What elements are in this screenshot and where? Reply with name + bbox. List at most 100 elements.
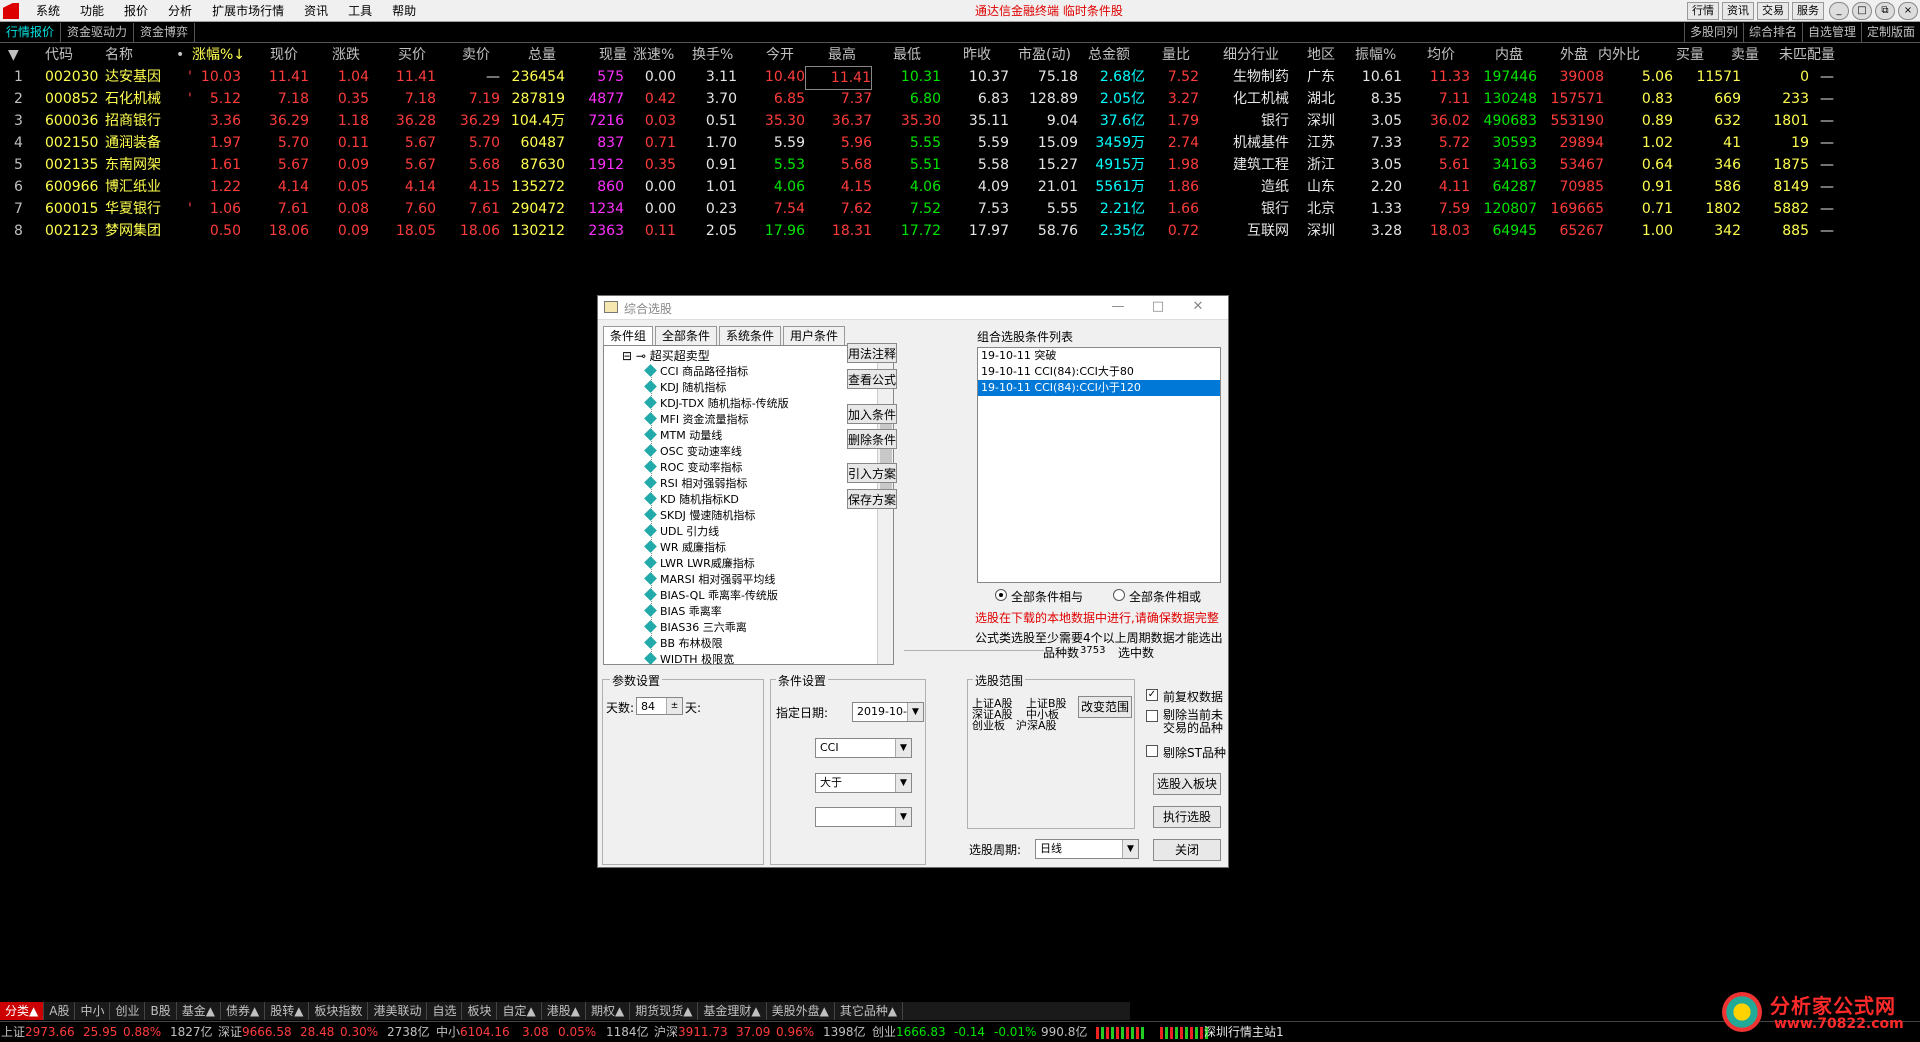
tree-item-indicator[interactable]: KDJ-TDX 随机指标-传统版 [644,396,789,412]
tree-item-indicator[interactable]: SKDJ 慢速随机指标 [644,508,755,524]
header-code[interactable]: 代码 [45,44,73,66]
header-unmatched[interactable]: 未匹配量 [1779,44,1835,66]
dialog-minimize-icon[interactable]: — [1108,299,1128,314]
tree-item-indicator[interactable]: UDL 引力线 [644,524,719,540]
header-ask[interactable]: 卖价 [462,44,490,66]
tree-item-indicator[interactable]: WR 威廉指标 [644,540,726,556]
menu-analysis[interactable]: 分析 [158,3,202,19]
table-row[interactable]: 5 002135 东南网架 1.61 5.67 0.09 5.67 5.68 87630 1912… [0,154,1850,176]
header-pe[interactable]: 市盈(动) [1018,44,1071,66]
operator-select[interactable]: 大于 ▼ [815,773,912,793]
header-amount[interactable]: 总金额 [1088,44,1130,66]
chevron-down-icon[interactable]: ▼ [895,739,911,757]
header-low[interactable]: 最低 [893,44,921,66]
bottom-tab[interactable]: 期权▲ [586,1002,631,1020]
menu-system[interactable]: 系统 [26,3,70,19]
bottom-tab[interactable]: 板块 [462,1002,498,1020]
tree-item-indicator[interactable]: MTM 动量线 [644,428,722,444]
checkbox-exclude-st[interactable] [1146,745,1158,757]
tab-condition-group[interactable]: 条件组 [603,326,654,345]
tree-item-indicator[interactable]: RSI 相对强弱指标 [644,476,747,492]
dialog-maximize-icon[interactable]: □ [1148,299,1168,314]
tab-custom-layout[interactable]: 定制版面 [1860,23,1920,42]
btn-market[interactable]: 行情 [1687,2,1719,20]
menu-help[interactable]: 帮助 [382,3,426,19]
server-site[interactable]: 深圳行情主站1 [1204,1024,1284,1041]
header-high[interactable]: 最高 [828,44,856,66]
header-bid-volume[interactable]: 买量 [1676,44,1704,66]
dialog-close-icon[interactable]: ✕ [1188,299,1208,314]
header-bid[interactable]: 买价 [398,44,426,66]
tree-item-indicator[interactable]: ROC 变动率指标 [644,460,742,476]
tab-watchlist-manage[interactable]: 自选管理 [1801,23,1861,42]
save-plan-button[interactable]: 保存方案 [847,489,897,509]
header-ask-volume[interactable]: 卖量 [1731,44,1759,66]
days-spinner[interactable]: 84 ± [636,697,683,715]
bottom-tab[interactable]: 债券▲ [221,1002,266,1020]
menu-tools[interactable]: 工具 [338,3,382,19]
date-picker[interactable]: 2019-10-12 ▼ [852,702,924,722]
tab-system-conditions[interactable]: 系统条件 [719,326,782,345]
indicator-select[interactable]: CCI ▼ [815,738,912,758]
header-outer[interactable]: 外盘 [1560,44,1588,66]
header-industry[interactable]: 细分行业 [1223,44,1279,66]
usage-notes-button[interactable]: 用法注释 [847,343,897,363]
header-change[interactable]: 涨跌 [332,44,360,66]
header-turnover[interactable]: 换手% [692,44,733,66]
tree-item-indicator[interactable]: BIAS36 三六乖离 [644,620,747,636]
header-avg-price[interactable]: 均价 [1427,44,1455,66]
tree-item-indicator[interactable]: WIDTH 极限宽 [644,652,734,664]
table-row[interactable]: 2 000852 石化机械 ' 5.12 7.18 0.35 7.18 7.19 287819 48… [0,88,1850,110]
table-row[interactable]: 7 600015 华夏银行 ' 1.06 7.61 0.08 7.60 7.61 290472 12… [0,198,1850,220]
table-row[interactable]: 3 600036 招商银行 3.36 36.29 1.18 36.28 36.29 104.4万… [0,110,1850,132]
table-row[interactable]: 4 002150 通润装备 1.97 5.70 0.11 5.67 5.70 60487 837 0… [0,132,1850,154]
bottom-tab[interactable]: B股 [145,1002,177,1020]
menu-news[interactable]: 资讯 [294,3,338,19]
close-icon[interactable]: × [1898,2,1918,20]
period-select[interactable]: 日线 ▼ [1035,839,1139,859]
close-dialog-button[interactable]: 关闭 [1153,839,1221,861]
bottom-tab[interactable]: 港美联动 [368,1002,428,1020]
radio-all-or[interactable] [1113,589,1125,601]
tab-all-conditions[interactable]: 全部条件 [655,326,718,345]
bottom-tab[interactable]: 中小 [75,1002,111,1020]
tree-item-indicator[interactable]: CCI 商品路径指标 [644,364,748,380]
execute-screen-button[interactable]: 执行选股 [1153,806,1221,828]
value-select[interactable]: ▼ [815,807,912,827]
tree-item-indicator[interactable]: BIAS 乖离率 [644,604,722,620]
bottom-tab[interactable]: 其它品种▲ [835,1002,904,1020]
table-row[interactable]: 8 002123 梦网集团 0.50 18.06 0.09 18.05 18.06 130212… [0,220,1850,242]
header-amplitude[interactable]: 振幅% [1355,44,1396,66]
header-sort-toggle[interactable]: ▼ [8,44,19,66]
list-item[interactable]: 19-10-11 突破 [978,348,1220,364]
list-item-selected[interactable]: 19-10-11 CCI(84):CCI小于120 [978,380,1220,396]
tab-capital-drive[interactable]: 资金驱动力 [61,23,135,42]
add-to-block-button[interactable]: 选股入板块 [1153,773,1221,795]
header-speed[interactable]: 涨速% [633,44,674,66]
bottom-tab[interactable]: 自选 [427,1002,463,1020]
minimize-icon[interactable]: _ [1829,2,1849,20]
tree-item-indicator[interactable]: OSC 变动速率线 [644,444,742,460]
restore-icon[interactable]: □ [1852,2,1872,20]
bottom-tab[interactable]: 美股外盘▲ [767,1002,835,1020]
bottom-tab[interactable]: 自定▲ [497,1002,542,1020]
tab-user-conditions[interactable]: 用户条件 [783,326,846,345]
tab-ranking[interactable]: 综合排名 [1742,23,1802,42]
bottom-tab[interactable]: 基金理财▲ [698,1002,767,1020]
tree-item-indicator[interactable]: BB 布林极限 [644,636,723,652]
view-formula-button[interactable]: 查看公式 [847,369,897,389]
radio-all-and[interactable] [995,589,1007,601]
menu-function[interactable]: 功能 [70,3,114,19]
table-row[interactable]: 1 002030 达安基因 ' 10.03 11.41 1.04 11.41 — 236454 57… [0,66,1850,90]
tree-item-indicator[interactable]: KD 随机指标KD [644,492,739,508]
tab-capital-game[interactable]: 资金博弈 [134,23,196,42]
menu-extended-market[interactable]: 扩展市场行情 [202,3,294,19]
bottom-tab[interactable]: 创业 [110,1002,146,1020]
header-name[interactable]: 名称 [105,44,133,66]
bottom-tab[interactable]: A股 [44,1002,76,1020]
spinner-arrows-icon[interactable]: ± [666,698,682,714]
btn-trade[interactable]: 交易 [1757,2,1789,20]
tree-item-indicator[interactable]: MFI 资金流量指标 [644,412,749,428]
btn-service[interactable]: 服务 [1792,2,1824,20]
header-volume[interactable]: 总量 [528,44,556,66]
